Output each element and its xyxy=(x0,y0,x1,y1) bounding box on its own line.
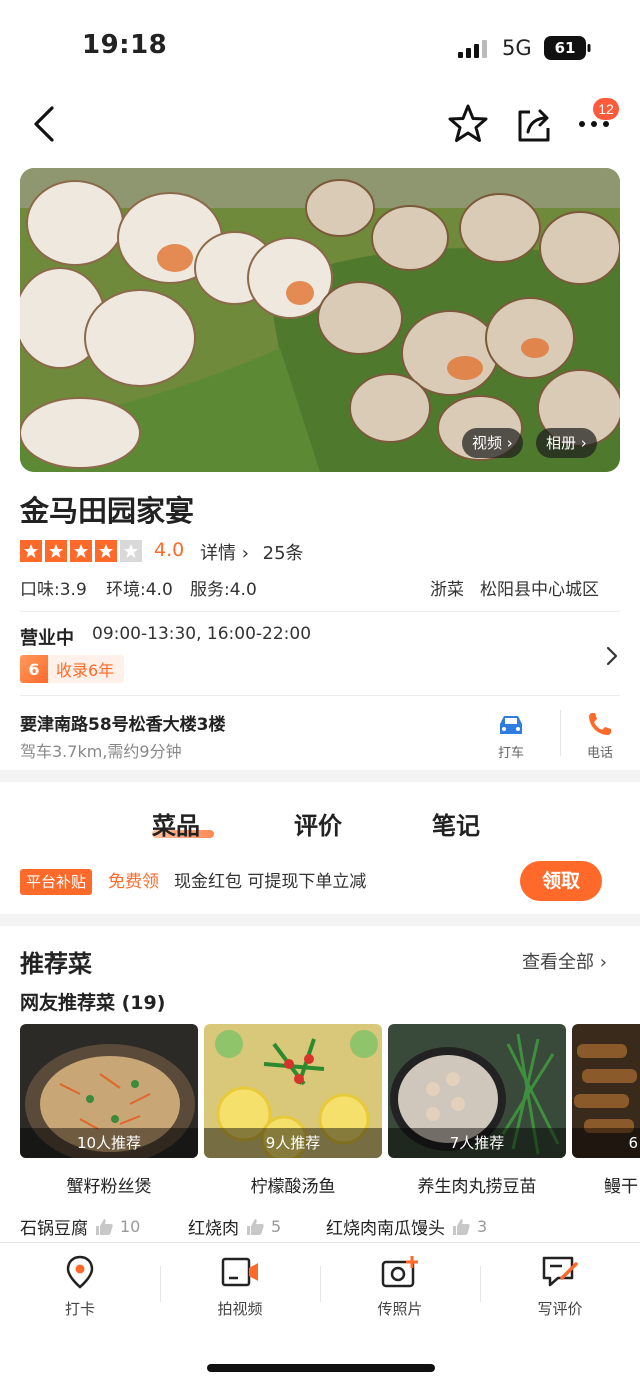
nav-video[interactable]: 拍视频 xyxy=(190,1254,290,1319)
divider xyxy=(320,1266,321,1302)
network-label: 5G xyxy=(502,36,532,60)
write-review-icon xyxy=(542,1256,578,1287)
dish-tag[interactable]: 红烧肉南瓜馒头 3 xyxy=(326,1214,487,1239)
dish-recommend-count: 6 xyxy=(572,1128,640,1158)
business-hours: 09:00-13:30, 16:00-22:00 xyxy=(92,624,312,644)
taste-score: 口味:3.9 xyxy=(20,580,87,600)
favorite-star-icon[interactable] xyxy=(446,102,490,146)
claim-button[interactable]: 领取 xyxy=(520,861,602,901)
thumbs-up-icon xyxy=(96,1218,113,1235)
rating-detail[interactable]: 详情 › 25条 xyxy=(200,539,304,565)
dish-card[interactable]: 6 xyxy=(572,1024,640,1158)
star-icon xyxy=(45,540,67,562)
phone-label[interactable]: 电话 xyxy=(575,742,625,761)
cuisine-label: 浙菜 xyxy=(430,580,464,600)
status-time: 19:18 xyxy=(82,30,168,60)
album-button[interactable]: 相册 › xyxy=(536,428,597,458)
dish-tag-count: 10 xyxy=(120,1217,141,1236)
camera-plus-icon xyxy=(381,1256,418,1288)
video-button[interactable]: 视频 › xyxy=(462,428,523,458)
dish-tag-name: 石锅豆腐 xyxy=(20,1219,88,1239)
dish-tag-name: 红烧肉南瓜馒头 xyxy=(326,1219,445,1239)
hero-photo[interactable] xyxy=(20,168,620,472)
taxi-icon[interactable] xyxy=(496,712,526,738)
promo-text: 现金红包 可提现下单立减 xyxy=(174,872,367,892)
dish-recommend-count: 10人推荐 xyxy=(20,1128,198,1158)
star-icon xyxy=(95,540,117,562)
divider xyxy=(20,611,620,612)
tab-notes[interactable]: 笔记 xyxy=(432,806,480,841)
notification-badge: 12 xyxy=(593,98,619,120)
distance-info: 驾车3.7km,需约9分钟 xyxy=(20,742,182,761)
service-score: 服务:4.0 xyxy=(190,580,257,600)
battery-level: 61 xyxy=(554,39,576,57)
dish-card[interactable]: 7人推荐 xyxy=(388,1024,566,1158)
dish-card[interactable]: 10人推荐 xyxy=(20,1024,198,1158)
dish-recommend-count: 7人推荐 xyxy=(388,1128,566,1158)
nav-review[interactable]: 写评价 xyxy=(510,1254,610,1319)
dish-name[interactable]: 柠檬酸汤鱼 xyxy=(204,1172,382,1197)
nav-label: 打卡 xyxy=(64,1300,95,1318)
nav-label: 传照片 xyxy=(377,1300,423,1318)
video-camera-icon xyxy=(221,1257,258,1287)
years-badge: 6 收录6年 xyxy=(20,655,125,683)
dish-tag-name: 红烧肉 xyxy=(188,1219,239,1239)
divider xyxy=(160,1266,161,1302)
back-icon[interactable] xyxy=(24,102,68,146)
detail-link[interactable]: 详情 › xyxy=(200,543,249,564)
recommend-subtitle: 网友推荐菜 (19) xyxy=(20,992,166,1014)
env-score: 环境:4.0 xyxy=(106,580,173,600)
open-status: 营业中 xyxy=(20,628,74,649)
battery-icon: 61 xyxy=(544,36,591,60)
nav-checkin[interactable]: 打卡 xyxy=(30,1254,130,1319)
dish-tag-count: 3 xyxy=(477,1217,488,1236)
dish-tag[interactable]: 红烧肉 5 xyxy=(188,1214,281,1239)
recommend-title: 推荐菜 xyxy=(20,950,92,978)
divider xyxy=(480,1266,481,1302)
divider xyxy=(560,710,561,756)
thumbs-up-icon xyxy=(453,1218,470,1235)
dish-name[interactable]: 养生肉丸捞豆苗 xyxy=(388,1172,566,1197)
years-number: 6 xyxy=(20,655,48,683)
dish-tag[interactable]: 石锅豆腐 10 xyxy=(20,1214,140,1239)
section-gap xyxy=(0,914,640,926)
tab-dishes[interactable]: 菜品 xyxy=(152,806,200,841)
nav-label: 写评价 xyxy=(537,1300,583,1318)
chevron-right-icon[interactable] xyxy=(602,644,622,668)
dish-card[interactable]: 9人推荐 xyxy=(204,1024,382,1158)
see-all-link[interactable]: 查看全部 › xyxy=(522,948,607,974)
dish-tag-count: 5 xyxy=(271,1217,282,1236)
dish-name[interactable]: 鳗干 xyxy=(604,1172,640,1197)
taxi-label[interactable]: 打车 xyxy=(486,742,536,761)
star-icon xyxy=(20,540,42,562)
signal-icon xyxy=(458,40,487,58)
area-label: 松阳县中心城区 xyxy=(480,580,599,600)
nav-photo[interactable]: 传照片 xyxy=(350,1254,450,1319)
review-count: 25条 xyxy=(262,543,304,564)
location-pin-icon xyxy=(66,1255,94,1289)
promo-free: 免费领 xyxy=(108,872,159,892)
thumbs-up-icon xyxy=(247,1218,264,1235)
rating-stars xyxy=(20,540,142,562)
home-indicator xyxy=(207,1364,435,1372)
share-icon[interactable] xyxy=(512,102,556,146)
rating-score: 4.0 xyxy=(154,539,185,561)
address[interactable]: 要津南路58号松香大楼3楼 xyxy=(20,710,226,735)
phone-icon[interactable] xyxy=(586,710,614,738)
section-gap xyxy=(0,770,640,782)
dish-name[interactable]: 蟹籽粉丝煲 xyxy=(20,1172,198,1197)
tab-reviews[interactable]: 评价 xyxy=(294,806,342,841)
dish-recommend-count: 9人推荐 xyxy=(204,1128,382,1158)
promo-tag: 平台补贴 xyxy=(20,869,93,895)
nav-label: 拍视频 xyxy=(217,1300,263,1318)
years-label: 收录6年 xyxy=(56,661,115,680)
star-icon xyxy=(120,540,142,562)
divider xyxy=(20,695,620,696)
shop-name: 金马田园家宴 xyxy=(20,494,195,528)
star-icon xyxy=(70,540,92,562)
